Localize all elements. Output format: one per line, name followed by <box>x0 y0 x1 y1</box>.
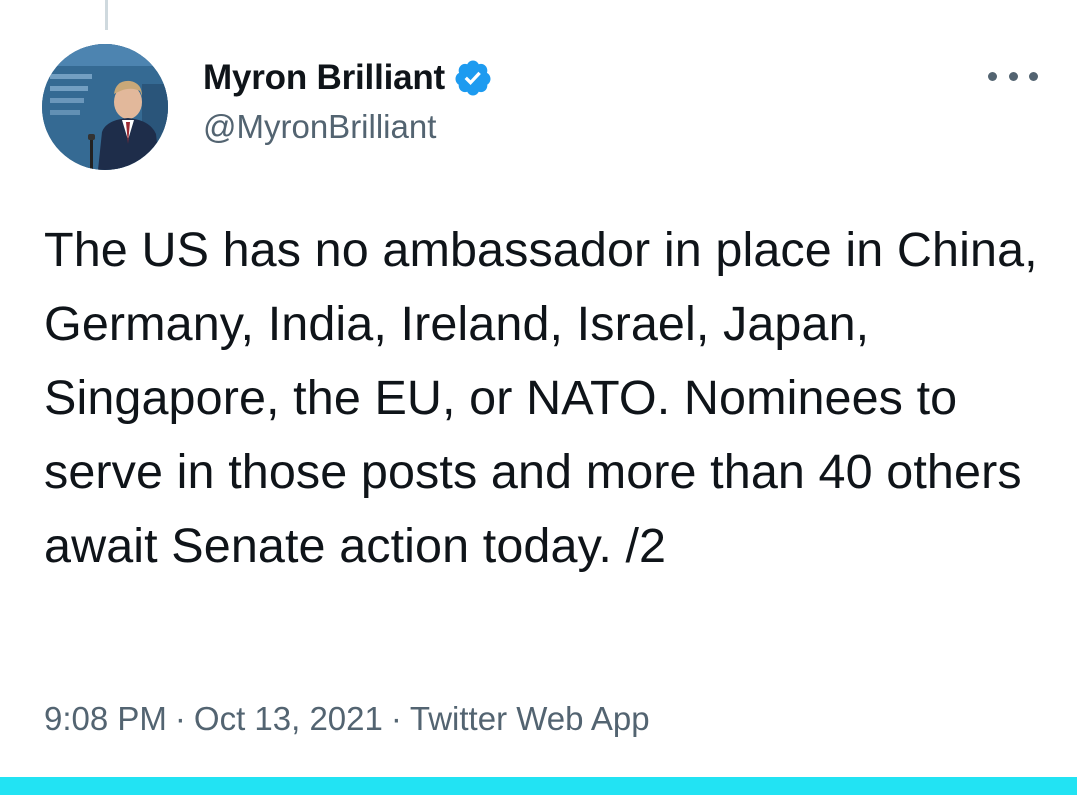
bottom-accent-bar <box>0 777 1077 795</box>
verified-badge-icon <box>453 58 493 98</box>
meta-separator: · <box>174 700 186 737</box>
tweet-time[interactable]: 9:08 PM <box>44 700 167 737</box>
author-display-name[interactable]: Myron Brilliant <box>203 58 445 98</box>
author-handle[interactable]: @MyronBrilliant <box>203 108 436 146</box>
tweet-metadata: 9:08 PM · Oct 13, 2021 · Twitter Web App <box>44 700 650 738</box>
more-dot-1 <box>988 71 997 81</box>
more-dot-3 <box>1029 71 1038 81</box>
tweet-source-app[interactable]: Twitter Web App <box>410 700 650 737</box>
tweet-text: The US has no ambassador in place in Chi… <box>44 223 1038 573</box>
author-name-row[interactable]: Myron Brilliant <box>203 56 493 100</box>
tweet-date[interactable]: Oct 13, 2021 <box>194 700 383 737</box>
more-dot-2 <box>1008 71 1018 81</box>
meta-separator: · <box>390 700 402 737</box>
thread-connector-line <box>105 0 108 30</box>
author-avatar[interactable] <box>42 44 168 170</box>
avatar-photo <box>42 44 168 170</box>
more-options-icon[interactable] <box>988 64 1038 88</box>
